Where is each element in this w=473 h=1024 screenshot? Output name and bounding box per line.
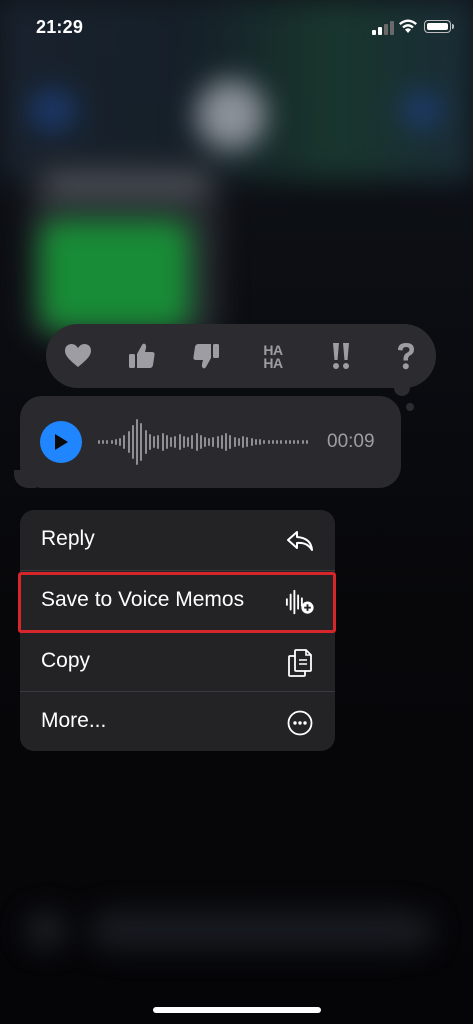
waveform-bar: [208, 438, 211, 446]
tapback-tail: [394, 380, 410, 396]
waveform-bar: [237, 438, 240, 446]
waveform-bar: [220, 435, 223, 449]
play-icon: [55, 434, 68, 450]
reply-arrow-icon: [285, 526, 315, 556]
waveform-bar: [280, 440, 283, 444]
menu-item-label: More...: [41, 709, 107, 732]
home-indicator[interactable]: [153, 1007, 321, 1013]
waveform-bar: [293, 440, 296, 444]
tapback-tail-dot: [406, 403, 414, 411]
more-ellipsis-circle-icon: [285, 708, 315, 738]
question-mark-icon[interactable]: [390, 340, 422, 372]
waveform-bar: [106, 440, 109, 444]
haha-icon[interactable]: HA HA: [258, 341, 288, 373]
waveform-bar: [140, 423, 143, 461]
heart-icon[interactable]: [62, 340, 94, 372]
waveform-bar: [254, 439, 257, 445]
blurred-green-image: [40, 220, 190, 330]
waveform-bar: [191, 435, 194, 449]
waveform-bar: [161, 433, 164, 451]
waveform-bar: [144, 430, 147, 454]
audio-duration: 00:09: [327, 431, 375, 452]
waveform-bar: [157, 435, 160, 449]
highlight-box: [18, 572, 336, 633]
waveform-bar: [127, 431, 130, 453]
haha-line-2: HA: [263, 355, 283, 371]
waveform-bar: [229, 435, 232, 449]
waveform-bar: [242, 436, 245, 448]
waveform-bar: [301, 440, 304, 444]
menu-item-more[interactable]: More...: [20, 692, 335, 751]
waveform-bar: [195, 433, 198, 451]
copy-documents-icon: [285, 648, 315, 678]
waveform-bar: [225, 433, 228, 451]
waveform-bar: [276, 440, 279, 444]
waveform-bar: [102, 440, 105, 444]
waveform-bar: [131, 425, 134, 459]
battery-full-icon: [424, 20, 454, 33]
waveform-bar: [267, 440, 270, 444]
tapback-bar: [46, 324, 436, 388]
waveform-bar: [187, 437, 190, 447]
waveform-bar: [288, 440, 291, 444]
waveform-bar: [204, 437, 206, 447]
blurred-message-text: [46, 178, 206, 192]
waveform-bar: [136, 419, 139, 465]
waveform-bar: [98, 440, 100, 444]
status-time: 21:29: [36, 17, 84, 37]
waveform-bar: [246, 437, 249, 447]
waveform-bar: [216, 436, 219, 448]
double-exclamation-icon[interactable]: [325, 340, 357, 372]
blurred-plus-button: [26, 912, 66, 948]
waveform-bar: [178, 434, 181, 450]
waveform-bar: [259, 439, 262, 445]
waveform-bar: [110, 440, 113, 444]
blurred-mic-button: [400, 914, 434, 948]
waveform-bar: [233, 437, 236, 447]
waveform-bar: [250, 438, 253, 446]
menu-item-label: Reply: [41, 527, 95, 550]
waveform-bar: [148, 434, 151, 450]
menu-item-copy[interactable]: Copy: [20, 632, 335, 692]
cellular-signal-icon: [372, 21, 394, 35]
play-button[interactable]: [40, 421, 82, 463]
waveform-bar: [199, 435, 202, 449]
waveform-bar: [123, 435, 126, 449]
waveform-bar: [284, 440, 287, 444]
waveform-bar: [297, 440, 300, 444]
menu-item-label: Copy: [41, 649, 91, 672]
blurred-video-call-button: [402, 92, 442, 128]
waveform-bar: [212, 437, 215, 447]
status-bar: 21:29: [0, 0, 473, 54]
wifi-icon: [399, 19, 417, 33]
thumbs-up-icon[interactable]: [126, 340, 158, 372]
menu-item-reply[interactable]: Reply: [20, 510, 335, 570]
waveform-bar: [153, 436, 156, 448]
waveform-bar: [170, 437, 173, 447]
blurred-message-input: [90, 910, 420, 950]
waveform-bar: [182, 436, 185, 448]
waveform-bar: [305, 440, 308, 444]
waveform-bar: [174, 436, 177, 448]
waveform-bar: [165, 435, 168, 449]
blurred-contact-avatar: [196, 80, 266, 150]
waveform-bar: [114, 439, 117, 445]
thumbs-down-icon[interactable]: [190, 340, 222, 372]
waveform-bar: [263, 440, 266, 444]
screen: 21:29 HA HA 00:09 Reply Save to Voice Me…: [0, 0, 473, 1024]
waveform-bar: [271, 440, 274, 444]
waveform-bar: [119, 438, 122, 446]
audio-waveform[interactable]: [98, 418, 310, 466]
blurred-back-button: [30, 90, 76, 130]
